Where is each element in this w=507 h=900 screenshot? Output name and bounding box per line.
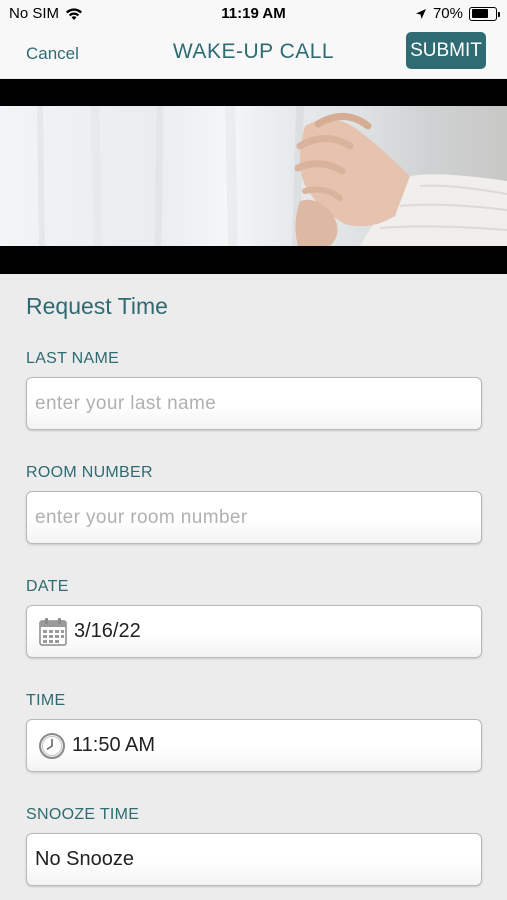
status-right: 70% [415,5,500,22]
time-value: 11:50 AM [72,734,156,756]
last-name-field [26,377,482,430]
room-number-label: ROOM NUMBER [26,464,153,481]
snooze-time-select[interactable]: No Snooze [26,833,482,886]
snooze-time-value: No Snooze [35,848,134,870]
form-content: Request Time LAST NAME ROOM NUMBER DATE … [0,274,507,900]
battery-percent: 70% [432,5,463,22]
cancel-button[interactable]: Cancel [26,44,79,64]
room-number-input[interactable] [35,492,481,543]
snooze-time-label: SNOOZE TIME [26,806,140,823]
submit-button[interactable]: SUBMIT [406,32,486,69]
clock-icon [38,732,66,760]
date-label: DATE [26,578,69,595]
date-picker[interactable]: 3/16/22 [26,605,482,658]
hero-banner [0,79,507,274]
room-number-field [26,491,482,544]
calendar-icon [38,617,68,647]
battery-fill [471,9,488,18]
nav-bar: Cancel WAKE-UP CALL SUBMIT [0,28,507,78]
battery-icon [469,6,500,21]
hero-image-curtain-hands [0,106,507,246]
time-label: TIME [26,692,66,709]
location-arrow-icon [415,8,427,20]
last-name-input[interactable] [35,378,481,429]
time-picker[interactable]: 11:50 AM [26,719,482,772]
section-title: Request Time [26,293,168,319]
date-value: 3/16/22 [74,620,141,642]
last-name-label: LAST NAME [26,350,120,367]
status-bar: No SIM 11:19 AM 70% [0,0,507,28]
